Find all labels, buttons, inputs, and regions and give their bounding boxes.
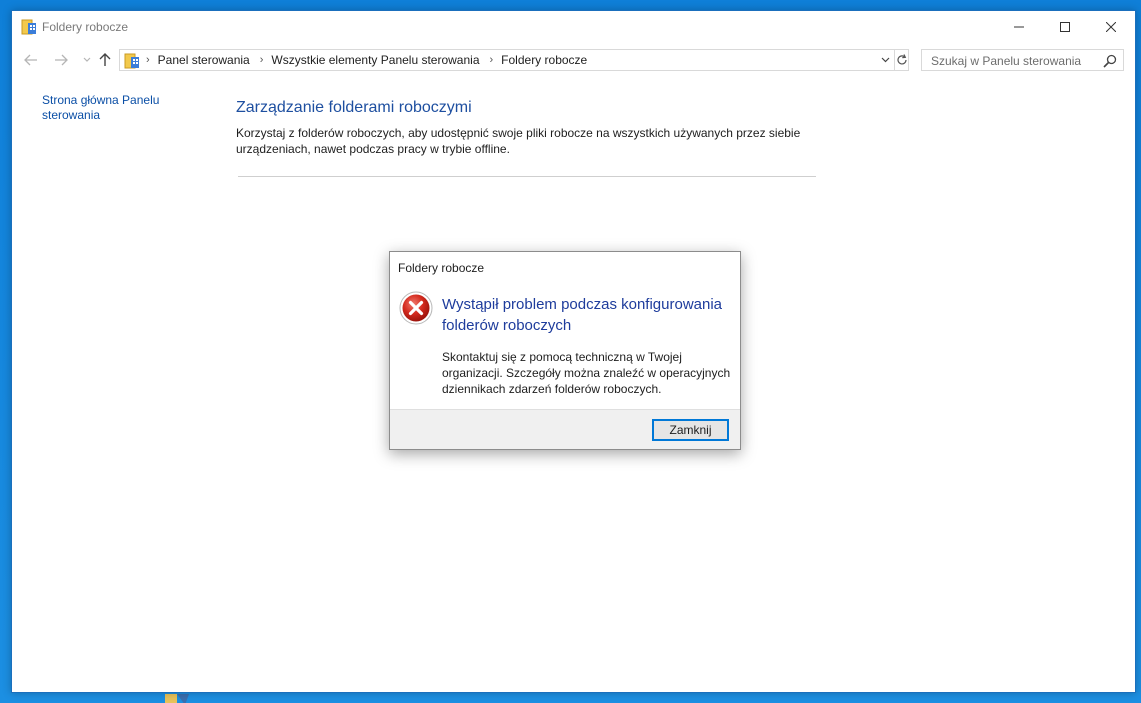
breadcrumb-separator-icon: › <box>259 54 264 66</box>
address-dropdown-button[interactable] <box>878 50 892 70</box>
error-dialog: Foldery robocze Wystąpił problem podczas… <box>389 251 741 450</box>
breadcrumb: › Panel sterowania › Wszystkie elementy … <box>146 50 597 70</box>
sidebar-home-link[interactable]: Strona główna Panelu sterowania <box>42 93 182 123</box>
work-folders-icon <box>124 53 140 69</box>
close-button[interactable] <box>1088 11 1134 43</box>
close-dialog-button[interactable]: Zamknij <box>652 419 729 441</box>
desktop-shortcut-peek <box>163 692 193 703</box>
dialog-heading: Wystąpił problem podczas konfigurowania … <box>442 296 723 334</box>
page-title: Zarządzanie folderami roboczymi <box>236 99 472 116</box>
dialog-title: Foldery robocze <box>398 261 485 275</box>
search-placeholder: Szukaj w Panelu sterowania <box>931 54 1082 68</box>
title-bar[interactable]: Foldery robocze <box>12 11 1135 43</box>
maximize-button[interactable] <box>1042 11 1088 43</box>
navigation-bar: › Panel sterowania › Wszystkie elementy … <box>12 45 1135 75</box>
search-input[interactable]: Szukaj w Panelu sterowania <box>921 49 1124 71</box>
arrow-right-icon <box>55 54 68 66</box>
dialog-footer: Zamknij <box>390 409 740 449</box>
recent-locations-button[interactable] <box>78 52 96 68</box>
breadcrumb-separator-icon: › <box>489 54 494 66</box>
back-button[interactable] <box>22 52 40 68</box>
minimize-button[interactable] <box>996 11 1042 43</box>
window-title: Foldery robocze <box>42 20 129 34</box>
close-icon <box>1106 22 1116 32</box>
page-description: Korzystaj z folderów roboczych, aby udos… <box>236 126 801 156</box>
maximize-icon <box>1060 22 1070 32</box>
up-button[interactable] <box>96 52 114 68</box>
breadcrumb-separator-icon: › <box>146 54 150 66</box>
search-icon[interactable] <box>1103 54 1117 68</box>
dialog-message: Skontaktuj się z pomocą techniczną w Two… <box>442 350 731 396</box>
arrow-left-icon <box>24 54 37 66</box>
work-folders-icon <box>21 19 37 35</box>
refresh-icon <box>897 54 907 65</box>
chevron-down-icon <box>881 57 889 63</box>
refresh-button[interactable] <box>894 50 909 70</box>
arrow-up-icon <box>99 53 111 66</box>
divider <box>238 176 816 177</box>
address-bar[interactable]: › Panel sterowania › Wszystkie elementy … <box>119 49 909 71</box>
forward-button[interactable] <box>52 52 70 68</box>
chevron-down-icon <box>83 57 91 62</box>
error-icon <box>399 291 433 325</box>
breadcrumb-item[interactable]: Foldery robocze <box>501 53 587 67</box>
breadcrumb-item[interactable]: Wszystkie elementy Panelu sterowania <box>271 53 479 67</box>
minimize-icon <box>1014 26 1024 28</box>
breadcrumb-item[interactable]: Panel sterowania <box>158 53 250 67</box>
